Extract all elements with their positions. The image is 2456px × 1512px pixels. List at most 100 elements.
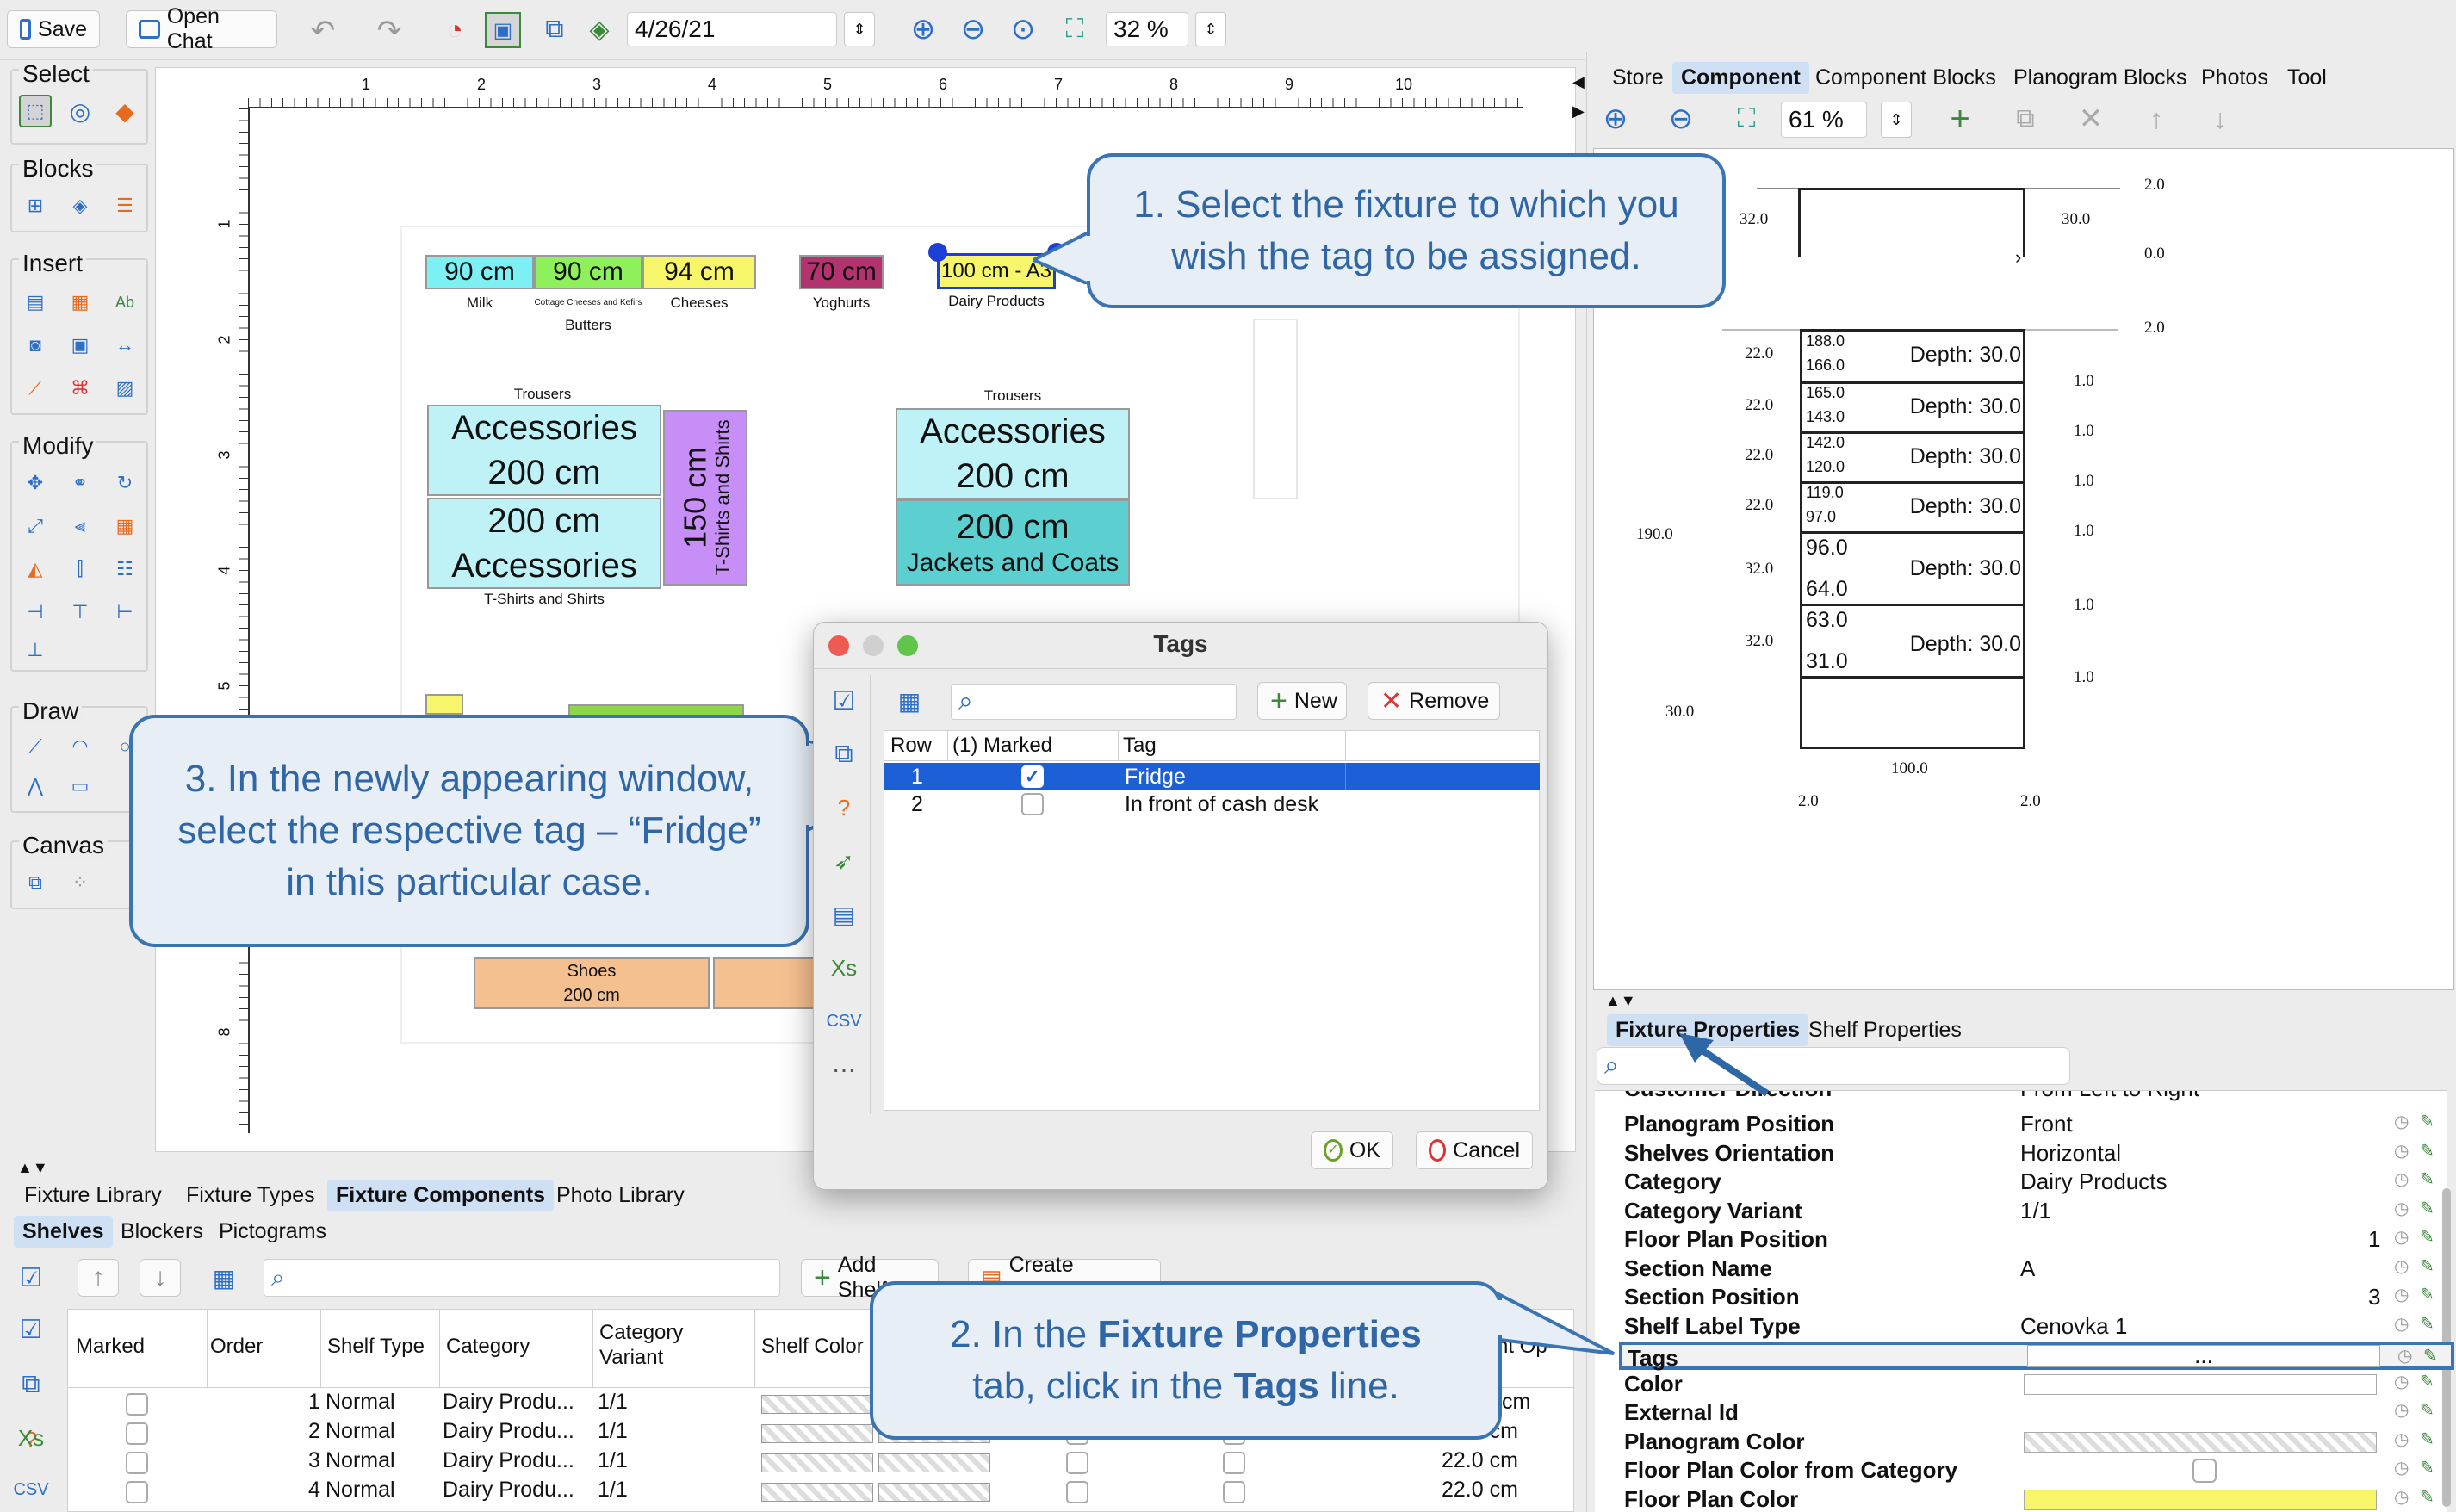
add-icon[interactable]: +	[1943, 100, 1977, 138]
fixture-accessories-2[interactable]: 200 cm Accessories	[427, 498, 661, 589]
tab-shelf-properties[interactable]: Shelf Properties	[1800, 1014, 1970, 1046]
shelf-row[interactable]: 119.0 97.0 Depth: 30.0	[1800, 484, 2025, 534]
shelf-row[interactable]: 142.0 120.0 Depth: 30.0	[1800, 434, 2025, 484]
shelf-row[interactable]: 188.0 166.0 Depth: 30.0	[1800, 332, 2025, 384]
fixture-cottage[interactable]: 90 cm	[534, 255, 642, 289]
zoom-fit-icon[interactable]: ⊙	[1006, 12, 1040, 46]
property-row[interactable]: Category Variant 1/1 ◷ ✎	[1619, 1198, 2454, 1226]
zoom-stepper[interactable]: ⇕	[1195, 12, 1226, 46]
shelf-row[interactable]: 96.0 64.0 Depth: 30.0	[1800, 534, 2025, 606]
property-row-tags[interactable]: Tags... ◷ ✎	[1619, 1342, 2454, 1371]
undo-icon[interactable]: ↶	[306, 14, 340, 48]
fixture-cheeses[interactable]: 94 cm	[642, 255, 756, 289]
align-h-icon[interactable]: ⊣	[19, 596, 52, 629]
row-option-checkbox[interactable]	[1223, 1481, 1245, 1503]
open-chat-button[interactable]: Open Chat	[126, 4, 277, 53]
dialog-search-input[interactable]: ⌕	[951, 684, 1237, 720]
delete-icon[interactable]: ✕	[2074, 102, 2108, 136]
reset-icon[interactable]: ◷	[2394, 1371, 2409, 1392]
fixture-tshirts[interactable]: 150 cm T-Shirts and Shirts	[663, 410, 747, 586]
property-row[interactable]: Floor Plan Color from Category ◷ ✎	[1619, 1457, 2454, 1485]
insert-line-icon[interactable]: ⟋	[19, 372, 52, 405]
comp-zoom-stepper[interactable]: ⇕	[1881, 102, 1912, 138]
reset-icon[interactable]: ◷	[2394, 1313, 2409, 1335]
reset-icon[interactable]: ◷	[2394, 1457, 2409, 1478]
tab-tool[interactable]: Tool	[2279, 62, 2335, 94]
export-icon[interactable]: ⧉	[537, 12, 572, 46]
draw-arc-icon[interactable]: ◠	[64, 730, 96, 763]
property-row[interactable]: Category Dairy Products ◷ ✎	[1619, 1168, 2454, 1197]
property-checkbox[interactable]	[2192, 1459, 2217, 1483]
panel-nav-arrows[interactable]: ◀ ▶	[1572, 67, 1585, 126]
dialog-more-icon[interactable]: ⋯	[827, 1052, 861, 1087]
property-row[interactable]: Floor Plan Color ◷ ✎	[1619, 1486, 2454, 1512]
tab-planogram-blocks[interactable]: Planogram Blocks	[2005, 62, 2195, 94]
col-category[interactable]: Category	[446, 1335, 530, 1359]
reset-icon[interactable]: ◷	[2394, 1168, 2409, 1190]
side-xls-icon[interactable]: Xs	[14, 1421, 48, 1455]
edit-icon[interactable]: ✎	[2420, 1428, 2434, 1450]
property-row[interactable]: Planogram Color ◷ ✎	[1619, 1428, 2454, 1457]
fixture-shoes-2[interactable]	[713, 957, 816, 1009]
dialog-cancel-button[interactable]: Cancel	[1416, 1131, 1533, 1169]
property-row[interactable]: External Id ◷ ✎	[1619, 1399, 2454, 1428]
target-tool-icon[interactable]: ◎	[64, 95, 96, 127]
scale-icon[interactable]: ⤢	[19, 510, 52, 542]
list-align-icon[interactable]: ☷	[109, 553, 141, 586]
insert-image-icon[interactable]: ▨	[109, 372, 141, 405]
layers-icon[interactable]: ◈	[582, 12, 617, 46]
edit-icon[interactable]: ✎	[2420, 1140, 2434, 1162]
fixture-shoes[interactable]: Shoes 200 cm	[474, 957, 710, 1009]
rotate-icon[interactable]: ↻	[109, 467, 141, 499]
row-option-checkbox[interactable]	[1066, 1481, 1088, 1503]
edit-icon[interactable]: ✎	[2420, 1371, 2434, 1392]
dialog-excel-icon[interactable]: Xs	[827, 951, 861, 985]
select-tool-icon[interactable]: ⬚	[19, 95, 52, 127]
edit-icon[interactable]: ✎	[2420, 1168, 2434, 1190]
block-stack-icon[interactable]: ◈	[64, 189, 96, 222]
tab-component[interactable]: Component	[1672, 62, 1809, 94]
tag-row[interactable]: 2 In front of cash desk	[884, 790, 1540, 818]
tag-row-selected[interactable]: 1 ✓ Fridge	[884, 763, 1540, 790]
fixture-yoghurts[interactable]: 70 cm	[799, 255, 884, 289]
shelf-row[interactable]: 63.0 31.0 Depth: 30.0	[1800, 606, 2025, 679]
col-marked[interactable]: (1) Marked	[952, 734, 1052, 758]
property-row[interactable]: Shelf Label Type Cenovka 1 ◷ ✎	[1619, 1313, 2454, 1342]
fixture-accessories-1[interactable]: Accessories 200 cm	[427, 405, 661, 496]
comp-zoom-in-icon[interactable]: ⊕	[1598, 102, 1633, 136]
col-marked[interactable]: Marked	[76, 1335, 145, 1359]
row-checkbox[interactable]	[126, 1393, 148, 1416]
props-collapse-arrows[interactable]: ▲▼	[1605, 992, 1636, 1010]
move-icon[interactable]: ✥	[19, 467, 52, 499]
tab-shelves[interactable]: Shelves	[14, 1216, 113, 1248]
shelves-search-input[interactable]: ⌕	[264, 1259, 780, 1297]
zoom-out-icon[interactable]: ⊖	[956, 12, 990, 46]
redo-icon[interactable]: ↷	[372, 14, 406, 48]
tab-fixture-components[interactable]: Fixture Components	[327, 1180, 555, 1211]
reset-icon[interactable]: ◷	[2394, 1111, 2409, 1132]
fixture-accessories-3[interactable]: Accessories 200 cm	[896, 408, 1130, 499]
color-swatch[interactable]	[2024, 1489, 2377, 1510]
dialog-remove-button[interactable]: ✕ Remove	[1368, 682, 1500, 720]
tab-fixture-types[interactable]: Fixture Types	[177, 1180, 324, 1211]
align-right-icon[interactable]: ⊢	[109, 596, 141, 629]
reset-icon[interactable]: ◷	[2394, 1255, 2409, 1277]
reset-icon[interactable]: ◷	[2394, 1140, 2409, 1162]
align-left-icon[interactable]: ⫷	[64, 510, 96, 542]
reset-icon[interactable]: ◷	[2397, 1345, 2412, 1366]
zoom-field[interactable]: 32 %	[1106, 12, 1188, 46]
insert-shelf-icon[interactable]: ▤	[19, 286, 52, 319]
copy-icon[interactable]: ⚭	[64, 467, 96, 499]
dialog-pointer-icon[interactable]: ➶	[827, 844, 861, 878]
property-row[interactable]: Section Position 3 ◷ ✎	[1619, 1284, 2454, 1312]
canvas-grid-icon[interactable]: ⁘	[64, 866, 96, 899]
edit-icon[interactable]: ✎	[2420, 1486, 2434, 1508]
edit-icon[interactable]: ✎	[2423, 1345, 2438, 1366]
edit-icon[interactable]: ✎	[2420, 1198, 2434, 1219]
duplicate-icon[interactable]: ⧉	[2008, 102, 2043, 136]
side-csv-icon[interactable]: CSV	[13, 1472, 48, 1507]
row-checkbox[interactable]	[126, 1481, 148, 1503]
dialog-check-icon[interactable]: ☑	[827, 684, 861, 718]
shelf-row[interactable]: 165.0 143.0 Depth: 30.0	[1800, 384, 2025, 434]
tab-store[interactable]: Store	[1603, 62, 1672, 94]
